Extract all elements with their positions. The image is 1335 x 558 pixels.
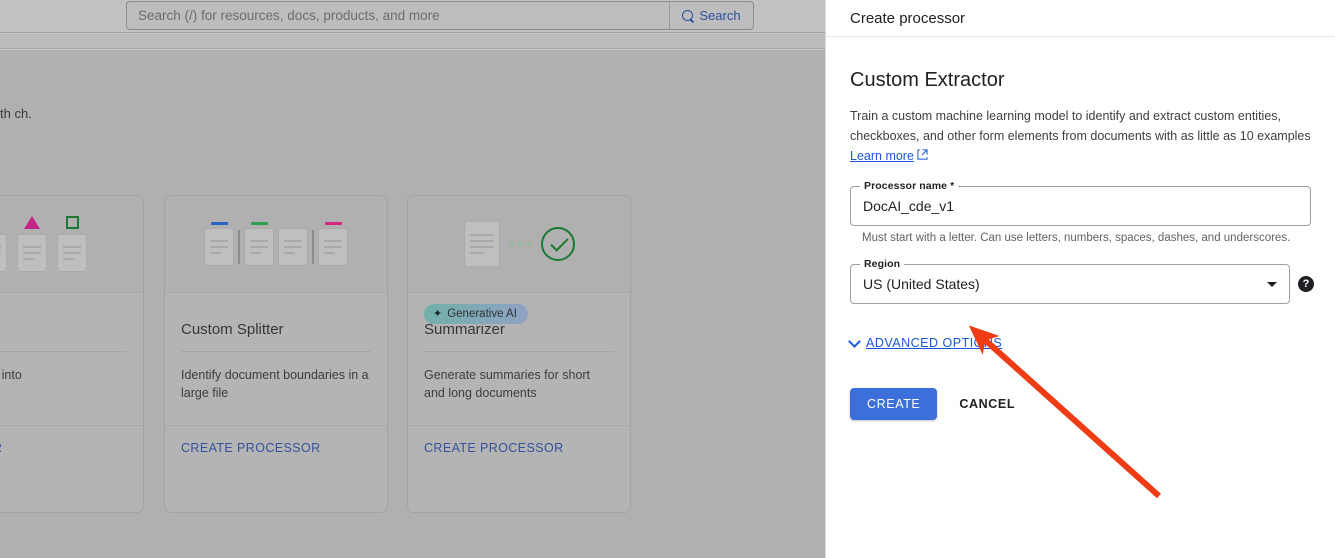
splitter-doc-4 [318, 222, 348, 266]
advanced-options-label: ADVANCED OPTIONS [866, 336, 1002, 350]
intro-text: erate predictions with ch. [0, 104, 118, 123]
splitter-doc-3 [278, 222, 308, 266]
card-title: assifier [0, 321, 127, 338]
processor-name-field[interactable]: Processor name * DocAI_cde_v1 [850, 186, 1311, 226]
classifier-illustration [0, 196, 143, 293]
square-icon [66, 216, 79, 229]
classifier-circle-group [0, 216, 7, 272]
classifier-triangle-group [17, 216, 47, 272]
generative-ai-badge: ✦ Generative AI [424, 304, 528, 324]
create-button[interactable]: CREATE [850, 388, 937, 420]
progress-dots-icon [509, 242, 532, 247]
card-body: ✦ Generative AI Summarizer Generate summ… [408, 293, 630, 469]
processor-card-classifier[interactable]: assifier documents into OCESSOR [0, 195, 144, 513]
region-select[interactable]: Region US (United States) [850, 264, 1290, 304]
triangle-icon [24, 216, 40, 229]
splitter-illustration [165, 196, 387, 293]
card-body: assifier documents into OCESSOR [0, 293, 143, 469]
document-icon [17, 234, 47, 272]
search-input[interactable]: Search (/) for resources, docs, products… [127, 8, 669, 23]
document-icon [0, 234, 7, 272]
page-title: Custom Extractor [850, 69, 1311, 92]
chevron-down-icon [848, 335, 861, 348]
help-icon[interactable]: ? [1298, 276, 1314, 292]
split-divider [238, 230, 240, 264]
card-description: documents into [0, 366, 127, 384]
divider [424, 351, 614, 352]
screen: Search (/) for resources, docs, products… [0, 0, 1335, 558]
splitter-doc-1 [204, 222, 234, 266]
split-divider [312, 230, 314, 264]
learn-more-link[interactable]: Learn more [850, 146, 928, 166]
search-button[interactable]: Search [669, 2, 753, 29]
card-description: Identify document boundaries in a large … [181, 366, 371, 402]
search-button-label: Search [699, 8, 740, 23]
cancel-button[interactable]: CANCEL [959, 397, 1015, 411]
learn-more-label: Learn more [850, 146, 914, 166]
panel-description-text: Train a custom machine learning model to… [850, 109, 1311, 143]
panel-header: Create processor [826, 0, 1335, 37]
processor-name-input[interactable]: DocAI_cde_v1 [863, 198, 954, 214]
console-topbar: Search (/) for resources, docs, products… [0, 0, 825, 33]
advanced-options-toggle[interactable]: ADVANCED OPTIONS [850, 336, 1002, 350]
badge-label: Generative AI [447, 308, 517, 320]
summarizer-illustration [408, 196, 630, 293]
divider [181, 351, 371, 352]
card-footer: CREATE PROCESSOR [165, 425, 387, 469]
document-icon [57, 234, 87, 272]
classifier-square-group [57, 216, 87, 272]
document-icon [464, 221, 500, 267]
global-search-box[interactable]: Search (/) for resources, docs, products… [126, 1, 754, 30]
chevron-down-icon[interactable] [1267, 282, 1277, 287]
panel-description: Train a custom machine learning model to… [850, 106, 1311, 166]
region-row: Region US (United States) ? [850, 264, 1290, 304]
check-circle-icon [541, 227, 575, 261]
region-value: US (United States) [863, 276, 980, 292]
processor-card-splitter[interactable]: Custom Splitter Identify document bounda… [164, 195, 388, 513]
processor-card-summarizer[interactable]: ✦ Generative AI Summarizer Generate summ… [407, 195, 631, 513]
region-label: Region [860, 258, 904, 270]
create-processor-link[interactable]: CREATE PROCESSOR [424, 441, 564, 455]
splitter-doc-2 [244, 222, 274, 266]
create-processor-link[interactable]: OCESSOR [0, 441, 2, 455]
sparkle-icon: ✦ [433, 309, 442, 320]
card-footer: CREATE PROCESSOR [408, 425, 630, 469]
card-body: Custom Splitter Identify document bounda… [165, 293, 387, 469]
console-background: Search (/) for resources, docs, products… [0, 0, 825, 558]
card-title: Custom Splitter [181, 321, 371, 338]
panel-actions: CREATE CANCEL [850, 388, 1311, 420]
console-subbar [0, 34, 825, 49]
create-processor-link[interactable]: CREATE PROCESSOR [181, 441, 321, 455]
card-footer: OCESSOR [0, 425, 143, 469]
search-icon [682, 10, 694, 22]
external-link-icon [917, 146, 928, 166]
processor-name-hint: Must start with a letter. Can use letter… [850, 232, 1311, 244]
divider [0, 351, 127, 352]
processor-name-label: Processor name * [860, 180, 958, 192]
panel-header-title: Create processor [850, 10, 965, 27]
card-description: Generate summaries for short and long do… [424, 366, 614, 402]
panel-content: Custom Extractor Train a custom machine … [826, 37, 1335, 420]
create-processor-panel: Create processor Custom Extractor Train … [825, 0, 1335, 558]
